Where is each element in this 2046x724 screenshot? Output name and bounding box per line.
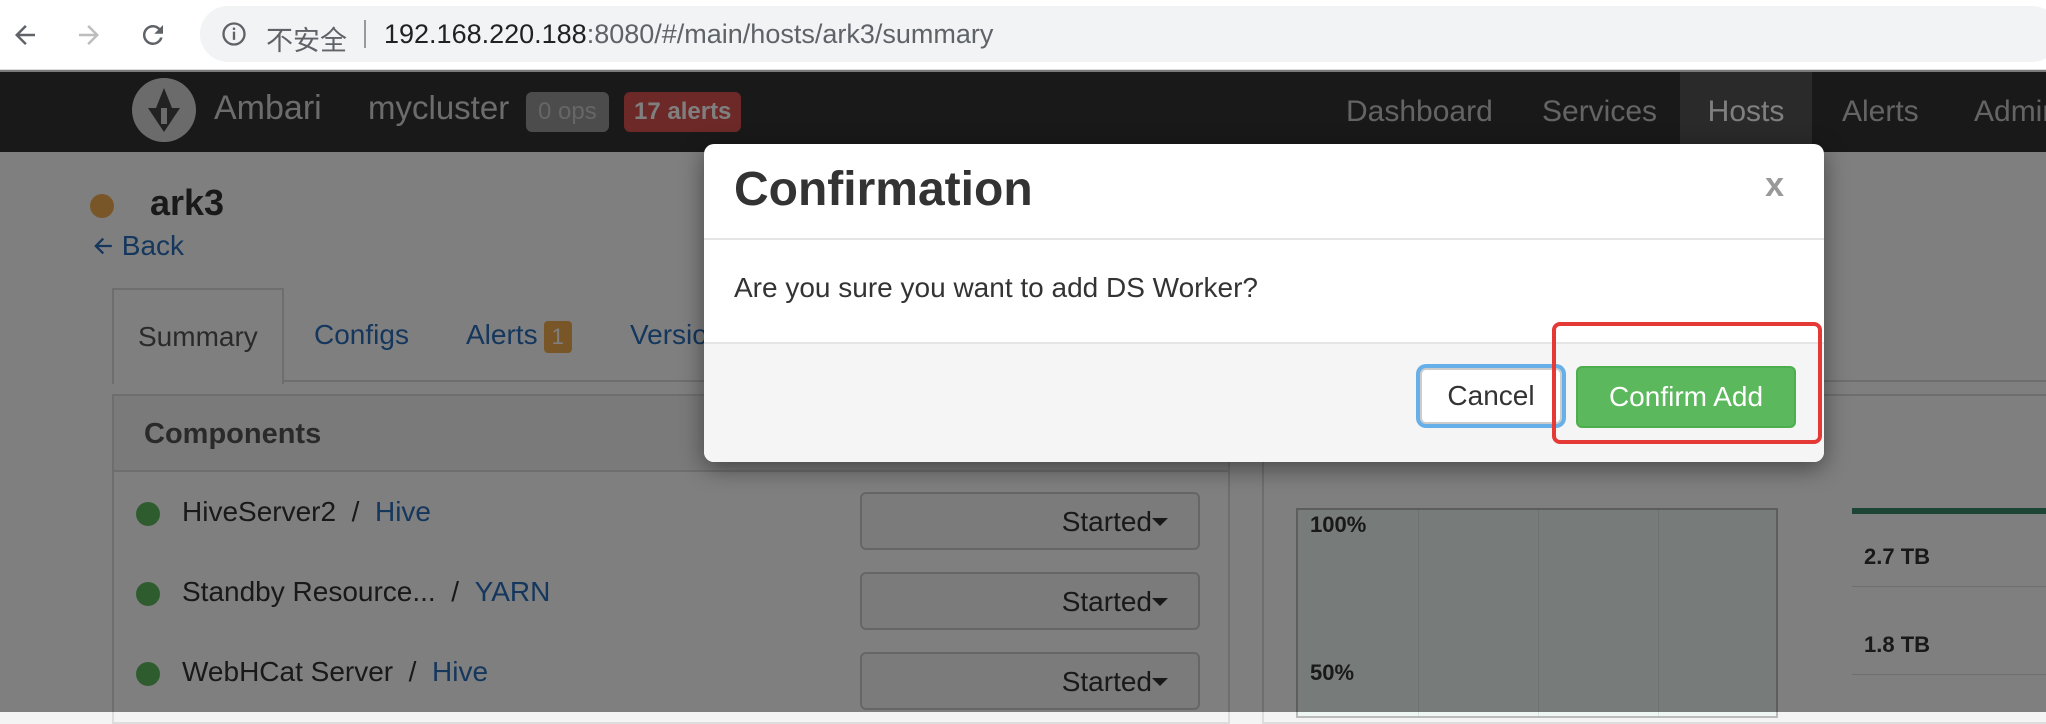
modal-header: Confirmation x <box>704 144 1824 240</box>
address-bar[interactable]: 不安全 192.168.220.188:8080/#/main/hosts/ar… <box>200 6 2046 62</box>
url-host: 192.168.220.188 <box>384 19 587 49</box>
forward-arrow-icon[interactable] <box>72 18 106 52</box>
address-separator <box>364 20 366 48</box>
info-icon[interactable] <box>220 20 248 48</box>
close-icon[interactable]: x <box>1765 166 1784 205</box>
modal-title: Confirmation <box>734 163 1033 216</box>
url-path: :8080/#/main/hosts/ark3/summary <box>586 19 994 49</box>
browser-toolbar: 不安全 192.168.220.188:8080/#/main/hosts/ar… <box>0 0 2046 70</box>
cancel-button[interactable]: Cancel <box>1420 368 1562 424</box>
security-label: 不安全 <box>266 26 347 56</box>
highlight-annotation <box>1552 322 1822 444</box>
modal-message: Are you sure you want to add DS Worker? <box>734 272 1258 303</box>
url-text[interactable]: 192.168.220.188:8080/#/main/hosts/ark3/s… <box>384 19 993 50</box>
back-arrow-icon[interactable] <box>8 18 42 52</box>
reload-icon[interactable] <box>136 18 170 52</box>
